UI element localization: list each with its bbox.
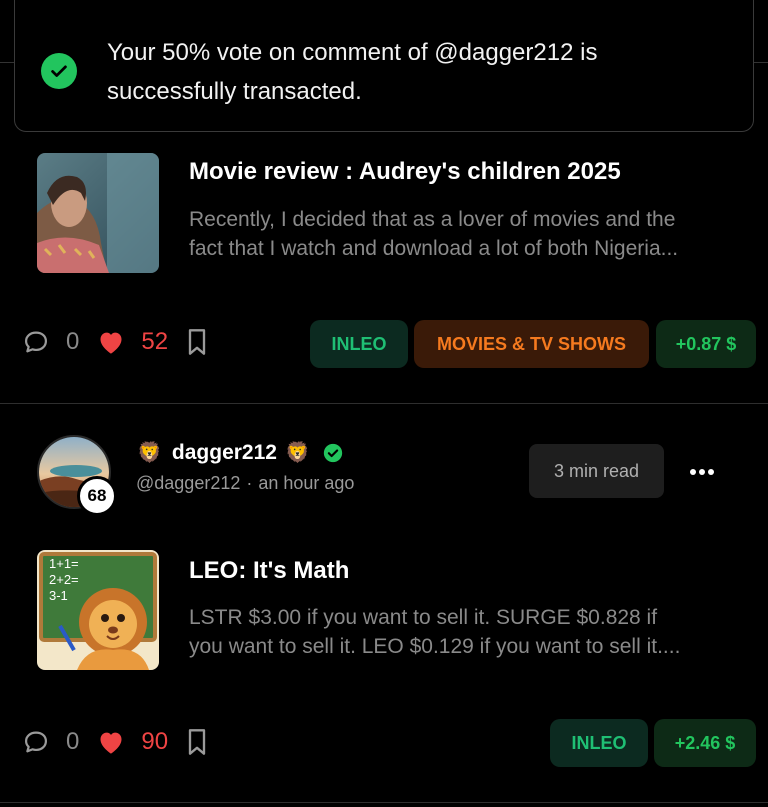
comment-count: 0 (66, 328, 80, 355)
divider (0, 62, 14, 63)
separator-dot: · (246, 473, 253, 493)
chalk-text: 2+2= (49, 572, 79, 587)
verified-icon (322, 442, 344, 464)
lion-emoji: 🦁 (284, 442, 310, 464)
lion-emoji: 🦁 (137, 442, 162, 464)
like-count: 52 (141, 328, 169, 355)
divider (754, 62, 768, 63)
post-divider (0, 403, 768, 404)
reputation-badge: 68 (77, 476, 117, 516)
tag-movies-tv-shows[interactable]: MOVIES & TV SHOWS (414, 320, 649, 368)
comment-count: 0 (66, 728, 80, 755)
comment-icon[interactable] (22, 328, 50, 356)
author-name-row[interactable]: 🦁 dagger212 🦁 (137, 440, 344, 465)
post-title[interactable]: LEO: It's Math (189, 557, 349, 585)
author-handle[interactable]: @dagger212 (136, 473, 240, 493)
post-thumbnail[interactable] (37, 153, 159, 273)
post-divider (0, 802, 768, 803)
post-title[interactable]: Movie review : Audrey's children 2025 (189, 158, 621, 186)
excerpt-line: Recently, I decided that as a lover of m… (189, 208, 676, 231)
post-excerpt[interactable]: Recently, I decided that as a lover of m… (189, 205, 734, 263)
tag-inleo[interactable]: INLEO (550, 719, 648, 767)
chalk-text: 3-1 (49, 588, 68, 603)
read-time-badge: 3 min read (529, 444, 664, 498)
heart-icon[interactable] (97, 729, 125, 755)
excerpt-line: fact that I watch and download a lot of … (189, 237, 679, 260)
bookmark-icon[interactable] (186, 728, 208, 756)
comment-icon[interactable] (22, 728, 50, 756)
chalk-text: 1+1= (49, 556, 79, 571)
payout-badge[interactable]: +2.46 $ (654, 719, 756, 767)
post-thumbnail[interactable]: 1+1= 2+2= 3-1 (37, 550, 159, 670)
author-meta: @dagger212 · an hour ago (136, 473, 354, 494)
bookmark-icon[interactable] (186, 328, 208, 356)
feed-page: Your 50% vote on comment of @dagger212 i… (0, 0, 768, 807)
post-actions: 0 90 (22, 728, 208, 756)
like-count: 90 (141, 728, 169, 755)
toast-message: Your 50% vote on comment of @dagger212 i… (107, 33, 707, 111)
vote-success-toast: Your 50% vote on comment of @dagger212 i… (14, 0, 754, 132)
payout-badge[interactable]: +0.87 $ (656, 320, 756, 368)
post-time: an hour ago (258, 473, 355, 493)
excerpt-line: LSTR $3.00 if you want to sell it. SURGE… (189, 606, 658, 629)
post-actions: 0 52 (22, 328, 208, 356)
heart-icon[interactable] (97, 329, 125, 355)
author-name[interactable]: dagger212 (172, 441, 277, 465)
toast-line: Your 50% vote on comment of @dagger212 i… (107, 39, 598, 66)
post-excerpt[interactable]: LSTR $3.00 if you want to sell it. SURGE… (189, 603, 734, 661)
excerpt-line: you want to sell it. LEO $0.129 if you w… (189, 635, 681, 658)
tag-inleo[interactable]: INLEO (310, 320, 408, 368)
check-icon (41, 53, 77, 89)
more-icon[interactable] (678, 452, 726, 492)
toast-line: successfully transacted. (107, 78, 362, 105)
